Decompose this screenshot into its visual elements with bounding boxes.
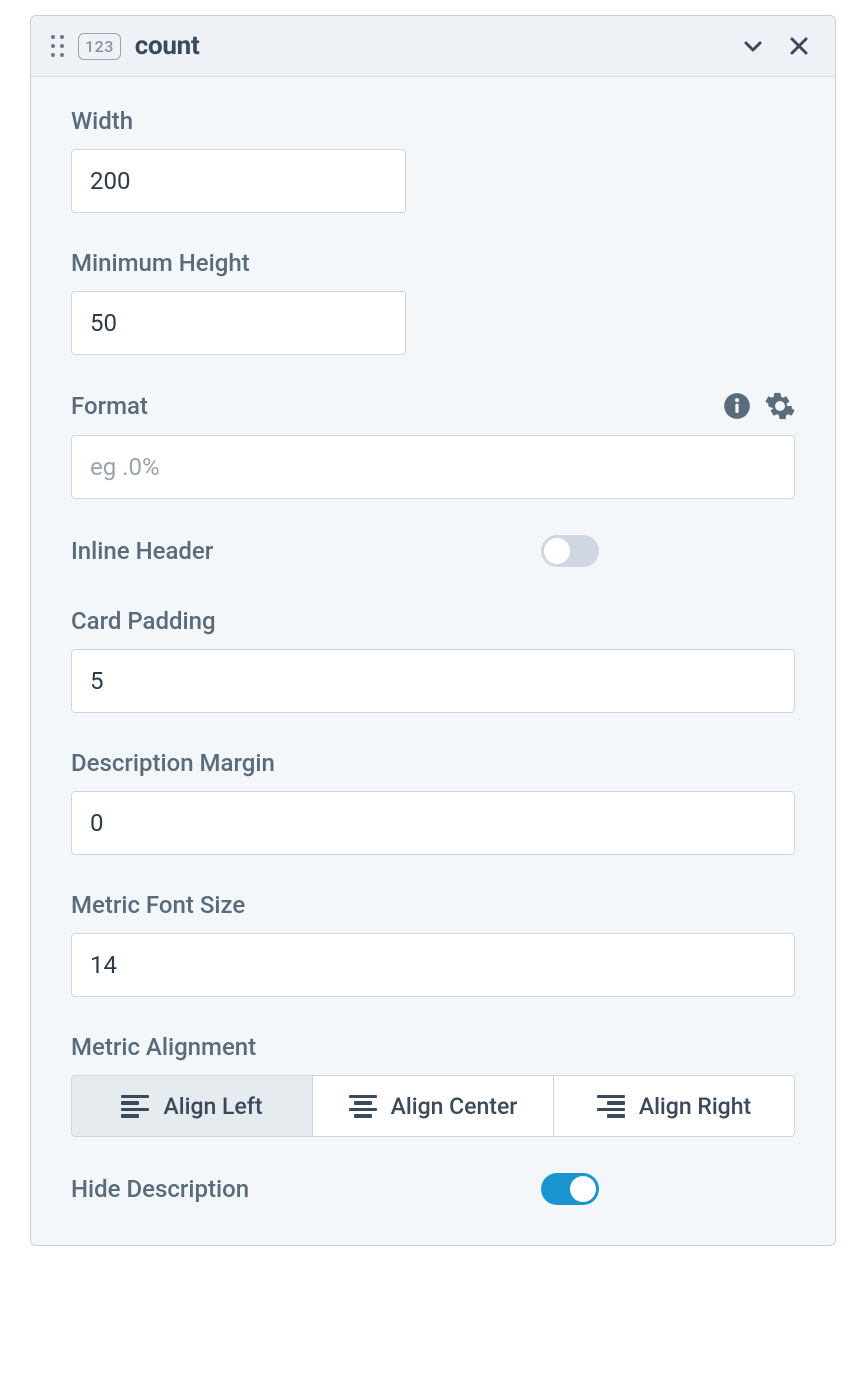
card-padding-input[interactable]	[71, 649, 795, 713]
description-margin-field: Description Margin	[71, 749, 795, 855]
min-height-input[interactable]	[71, 291, 406, 355]
hide-description-field: Hide Description	[71, 1173, 795, 1205]
metric-alignment-label: Metric Alignment	[71, 1033, 795, 1061]
inline-header-label: Inline Header	[71, 537, 541, 565]
format-label: Format	[71, 392, 709, 420]
width-input[interactable]	[71, 149, 406, 213]
align-left-text: Align Left	[163, 1093, 262, 1120]
format-settings-button[interactable]	[765, 391, 795, 421]
min-height-label: Minimum Height	[71, 249, 795, 277]
format-info-button[interactable]	[723, 392, 751, 420]
min-height-field: Minimum Height	[71, 249, 795, 355]
field-type-badge: 123	[78, 33, 121, 60]
gear-icon	[765, 391, 795, 421]
align-center-icon	[349, 1095, 377, 1118]
metric-alignment-field: Metric Alignment Align Left Align Center	[71, 1033, 795, 1137]
inline-header-toggle[interactable]	[541, 535, 599, 567]
align-right-icon	[597, 1095, 625, 1118]
width-label: Width	[71, 107, 795, 135]
inline-header-field: Inline Header	[71, 535, 795, 567]
toggle-knob	[570, 1176, 596, 1202]
card-padding-label: Card Padding	[71, 607, 795, 635]
align-center-text: Align Center	[391, 1093, 518, 1120]
align-center-button[interactable]: Align Center	[313, 1075, 554, 1137]
info-icon	[723, 392, 751, 420]
align-right-text: Align Right	[639, 1093, 751, 1120]
format-field: Format	[71, 391, 795, 499]
width-field: Width	[71, 107, 795, 213]
collapse-button[interactable]	[737, 30, 769, 62]
config-panel: 123 count Width Minimum Height Format	[30, 15, 836, 1246]
panel-body: Width Minimum Height Format Inline Heade…	[31, 77, 835, 1245]
format-input[interactable]	[71, 435, 795, 499]
hide-description-toggle[interactable]	[541, 1173, 599, 1205]
card-padding-field: Card Padding	[71, 607, 795, 713]
close-icon	[787, 34, 811, 58]
panel-title: count	[135, 31, 200, 61]
metric-font-size-label: Metric Font Size	[71, 891, 795, 919]
metric-font-size-input[interactable]	[71, 933, 795, 997]
metric-alignment-group: Align Left Align Center Align Right	[71, 1075, 795, 1137]
close-button[interactable]	[783, 30, 815, 62]
align-left-button[interactable]: Align Left	[71, 1075, 313, 1137]
align-left-icon	[121, 1095, 149, 1118]
toggle-knob	[544, 538, 570, 564]
description-margin-input[interactable]	[71, 791, 795, 855]
description-margin-label: Description Margin	[71, 749, 795, 777]
hide-description-label: Hide Description	[71, 1175, 541, 1203]
drag-handle-icon[interactable]	[51, 35, 64, 57]
align-right-button[interactable]: Align Right	[554, 1075, 795, 1137]
chevron-down-icon	[741, 34, 765, 58]
panel-header: 123 count	[31, 16, 835, 77]
metric-font-size-field: Metric Font Size	[71, 891, 795, 997]
